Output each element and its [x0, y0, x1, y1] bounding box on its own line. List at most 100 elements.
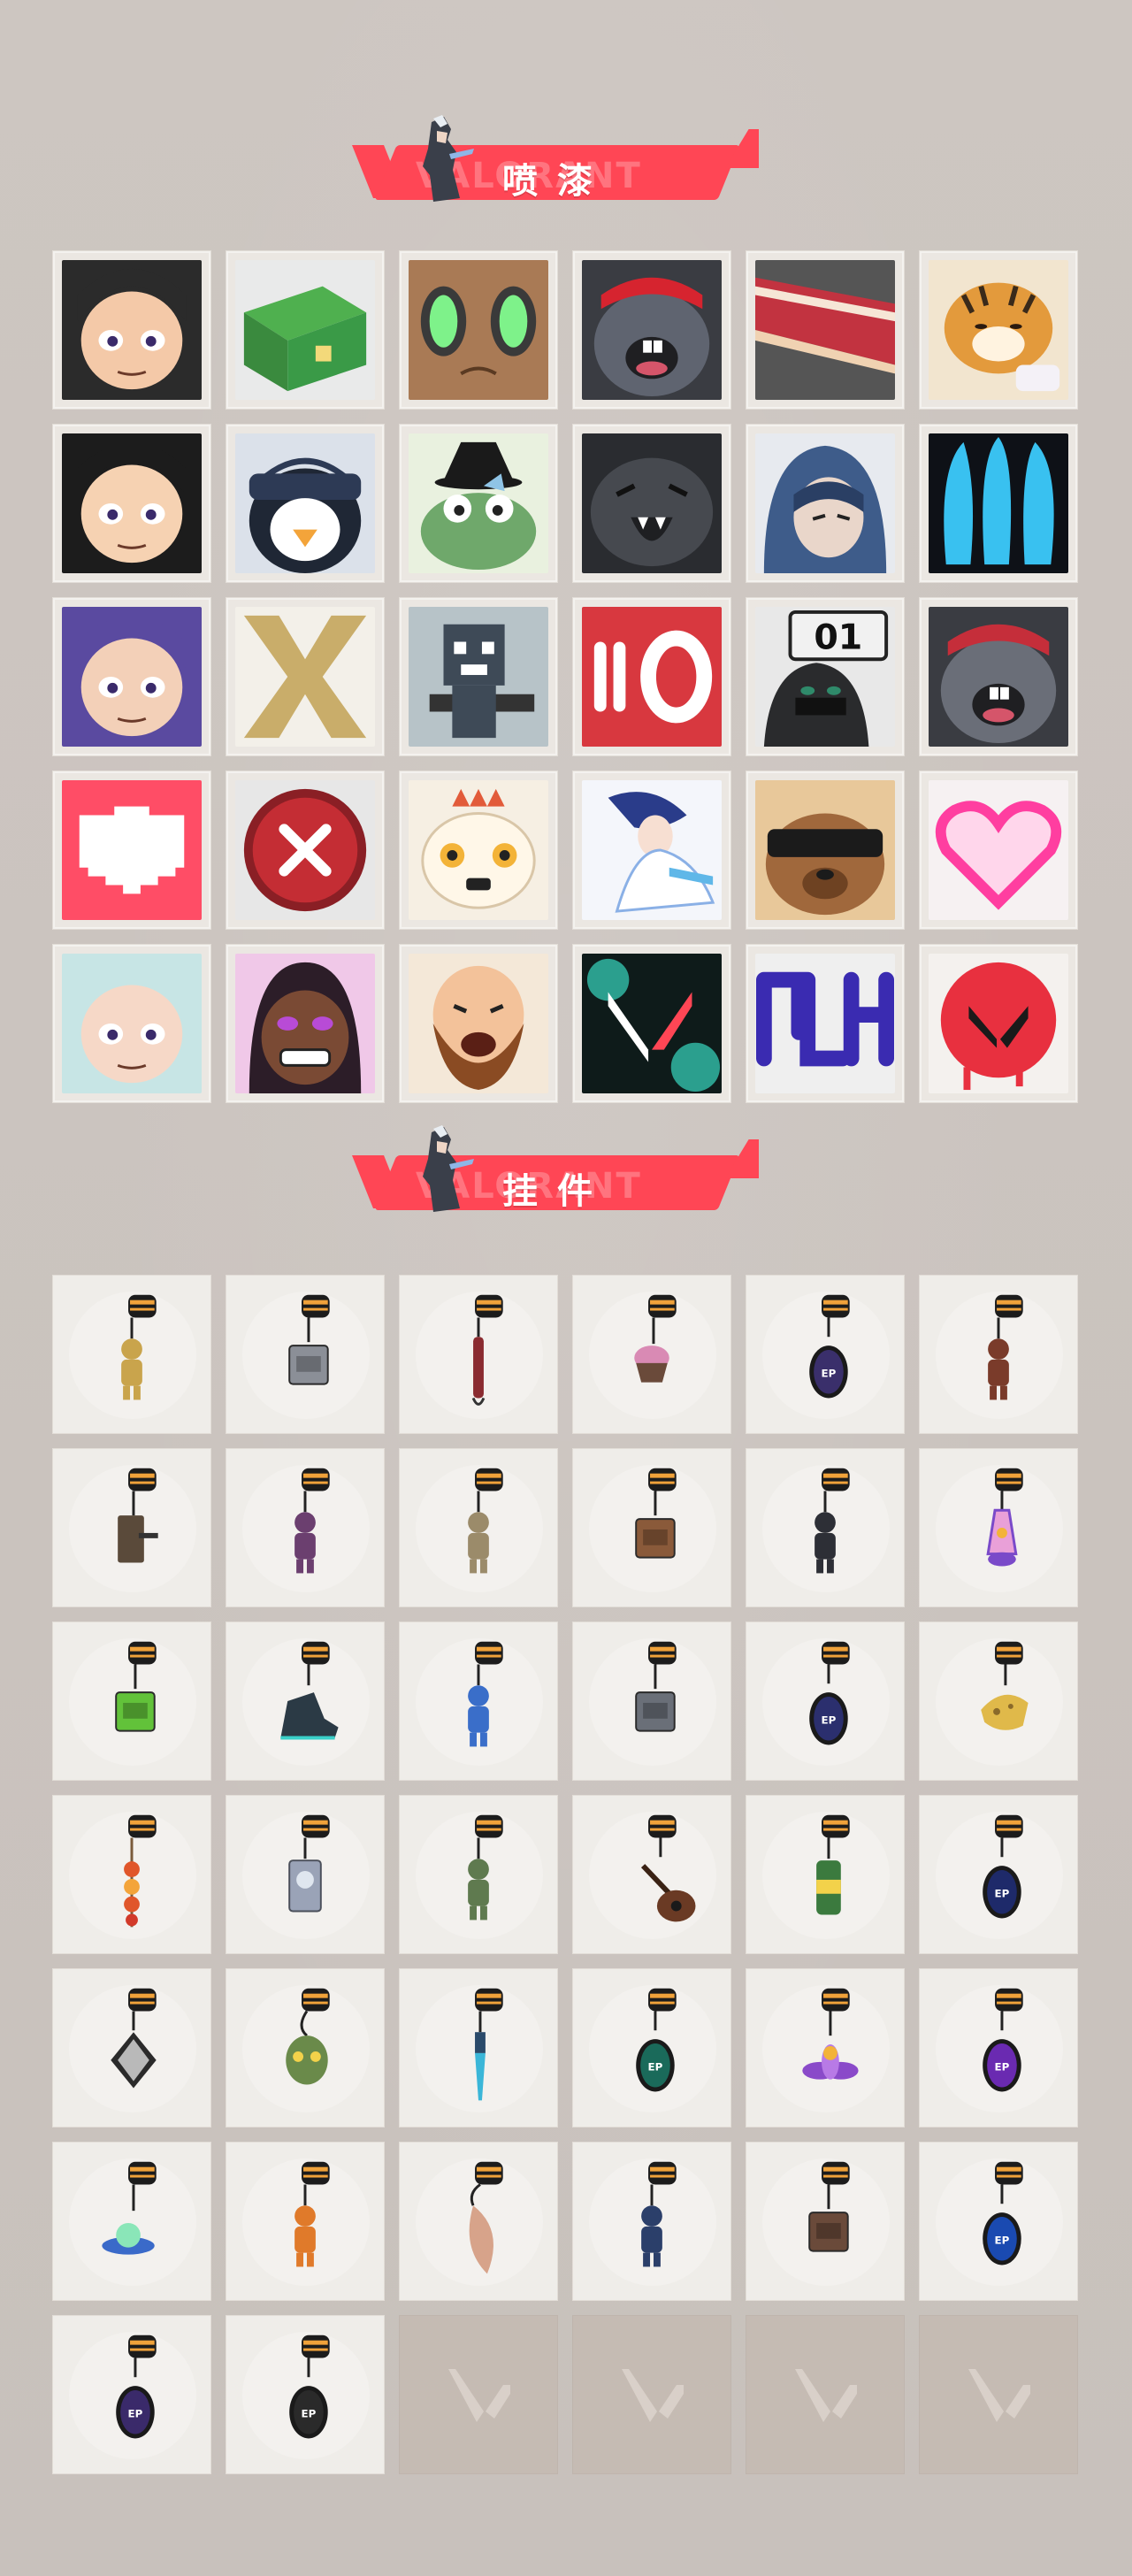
spray-cake-slice[interactable] — [746, 250, 905, 410]
buddy-clip-icon — [822, 1468, 850, 1491]
spray-bearded-man[interactable] — [399, 944, 558, 1103]
spray-green-eyes-creature[interactable] — [399, 250, 558, 410]
buddy-astronaut[interactable] — [399, 1622, 558, 1781]
buddy-portal-cube[interactable] — [746, 2142, 905, 2301]
buddy-ep8-disc-3[interactable]: EP — [919, 2142, 1078, 2301]
buddy-ep9-disc-2[interactable]: EP — [746, 1622, 905, 1781]
buddy-clip-icon — [302, 1641, 330, 1665]
buddy-purple-flower[interactable] — [746, 1968, 905, 2128]
spray-mole-laughing[interactable] — [919, 597, 1078, 756]
spray-red-v-drip[interactable] — [919, 944, 1078, 1103]
buddy-cowboy-figure[interactable] — [399, 1448, 558, 1607]
buddy-speaker[interactable] — [572, 1622, 731, 1781]
spray-grinning-agent-image — [235, 954, 375, 1093]
buddy-cheese-slice[interactable] — [919, 1622, 1078, 1781]
buddy-green-mask[interactable] — [226, 1968, 385, 2128]
spray-grey-mole-red-cap[interactable] — [572, 250, 731, 410]
buddy-sneaker[interactable] — [226, 1622, 385, 1781]
spray-gold-x-emblem[interactable] — [226, 597, 385, 756]
spray-valorant-logo-splash[interactable] — [572, 944, 731, 1103]
spray-penguin-beanie[interactable] — [226, 424, 385, 583]
buddy-clip-icon — [302, 2161, 330, 2185]
spray-red-x-button-image — [235, 780, 375, 920]
buddy-blue-figure[interactable] — [572, 2142, 731, 2301]
spray-green-box-image — [235, 260, 375, 400]
spray-cake-slice-image — [755, 260, 895, 400]
svg-text:EP: EP — [995, 2061, 1010, 2074]
buddy-clip-icon — [128, 1988, 157, 2012]
spray-ammo-zero-image — [582, 607, 722, 747]
buddy-ufo[interactable] — [52, 2142, 211, 2301]
buddy-clip-icon — [995, 2161, 1023, 2185]
spray-blue-claws[interactable] — [919, 424, 1078, 583]
spray-pixel-heart[interactable] — [52, 770, 211, 930]
buddy-clip-icon — [648, 1641, 677, 1665]
buddy-robot-hat[interactable] — [746, 1448, 905, 1607]
buddy-rifle-part[interactable] — [52, 1448, 211, 1607]
buddy-ep8-disc[interactable]: EP — [572, 1968, 731, 2128]
spray-hooded-agent-image — [755, 433, 895, 573]
buddy-wooden-crate[interactable] — [572, 1448, 731, 1607]
spray-neon-heart[interactable] — [919, 770, 1078, 930]
spray-grey-mole-red-cap-image — [582, 260, 722, 400]
buddy-green-can[interactable] — [746, 1795, 905, 1954]
spray-ammo-zero[interactable] — [572, 597, 731, 756]
spray-purple-hair-girl[interactable] — [52, 597, 211, 756]
buddy-ep9-disc[interactable]: EP — [746, 1275, 905, 1434]
svg-text:EP: EP — [128, 2408, 143, 2420]
spray-pixel-raccoon-gun[interactable] — [399, 597, 558, 756]
sprays-grid: 01 — [52, 250, 1080, 1103]
buddy-green-stamp[interactable] — [399, 1795, 558, 1954]
buddy-clip-icon — [128, 2334, 157, 2358]
buddy-fish-feather[interactable] — [399, 2142, 558, 2301]
spray-green-box[interactable] — [226, 250, 385, 410]
buddy-fire-skewer[interactable] — [52, 1795, 211, 1954]
buddy-ep9-disc-3[interactable]: EP — [919, 1795, 1078, 1954]
spray-tiger[interactable] — [919, 250, 1078, 410]
buddy-orange-cat[interactable] — [226, 2142, 385, 2301]
buddy-blue-blade[interactable] — [399, 1968, 558, 2128]
spray-pixel-heart-image — [62, 780, 202, 920]
spray-grey-blob-laughing[interactable] — [572, 424, 731, 583]
spray-bear-sunglasses[interactable] — [746, 770, 905, 930]
spray-sunglasses-boy-image — [62, 260, 202, 400]
spray-hooded-agent[interactable] — [746, 424, 905, 583]
spray-01-sign-agent[interactable]: 01 — [746, 597, 905, 756]
spray-valorant-logo-splash-image — [582, 954, 722, 1093]
buddy-clip-icon — [995, 1294, 1023, 1318]
spray-silver-hair-girl-image — [62, 954, 202, 1093]
spray-girl-pencil[interactable] — [52, 424, 211, 583]
spray-sunglasses-boy[interactable] — [52, 250, 211, 410]
buddy-v-disc[interactable]: EP — [226, 2315, 385, 2474]
spray-graffiti-tag[interactable] — [746, 944, 905, 1103]
buddy-empty-4 — [919, 2315, 1078, 2474]
buddy-ep8-disc-2[interactable]: EP — [919, 1968, 1078, 2128]
spray-grinning-agent[interactable] — [226, 944, 385, 1103]
buddy-clip-icon — [995, 1641, 1023, 1665]
buddy-trash-bin[interactable] — [226, 1275, 385, 1434]
buddy-green-radio[interactable] — [52, 1622, 211, 1781]
buddy-bear-bell[interactable] — [919, 1275, 1078, 1434]
buddy-diamond-tag[interactable] — [52, 1968, 211, 2128]
buddy-cupcake[interactable] — [572, 1275, 731, 1434]
buddy-agent-card[interactable] — [226, 1795, 385, 1954]
valorant-placeholder-icon — [622, 2369, 684, 2422]
buddy-clip-icon — [648, 1294, 677, 1318]
buddy-ep7-disc[interactable]: EP — [52, 2315, 211, 2474]
spray-01-sign-agent-image: 01 — [755, 607, 895, 747]
spray-dancer-anime[interactable] — [572, 770, 731, 930]
buddy-gold-tiger[interactable] — [52, 1275, 211, 1434]
buddy-lute[interactable] — [572, 1795, 731, 1954]
spray-rooster-creature[interactable] — [399, 770, 558, 930]
spray-red-x-button[interactable] — [226, 770, 385, 930]
spray-silver-hair-girl[interactable] — [52, 944, 211, 1103]
spray-tiger-image — [929, 260, 1068, 400]
buddy-lava-lamp[interactable] — [919, 1448, 1078, 1607]
buddy-rope-chain[interactable] — [399, 1275, 558, 1434]
buddy-clip-icon — [475, 1294, 503, 1318]
spray-frog-witch-hat[interactable] — [399, 424, 558, 583]
spray-rooster-creature-image — [409, 780, 548, 920]
agent-portrait-icon — [423, 115, 474, 202]
buddy-clip-icon — [302, 1814, 330, 1838]
buddy-agent-figure[interactable] — [226, 1448, 385, 1607]
